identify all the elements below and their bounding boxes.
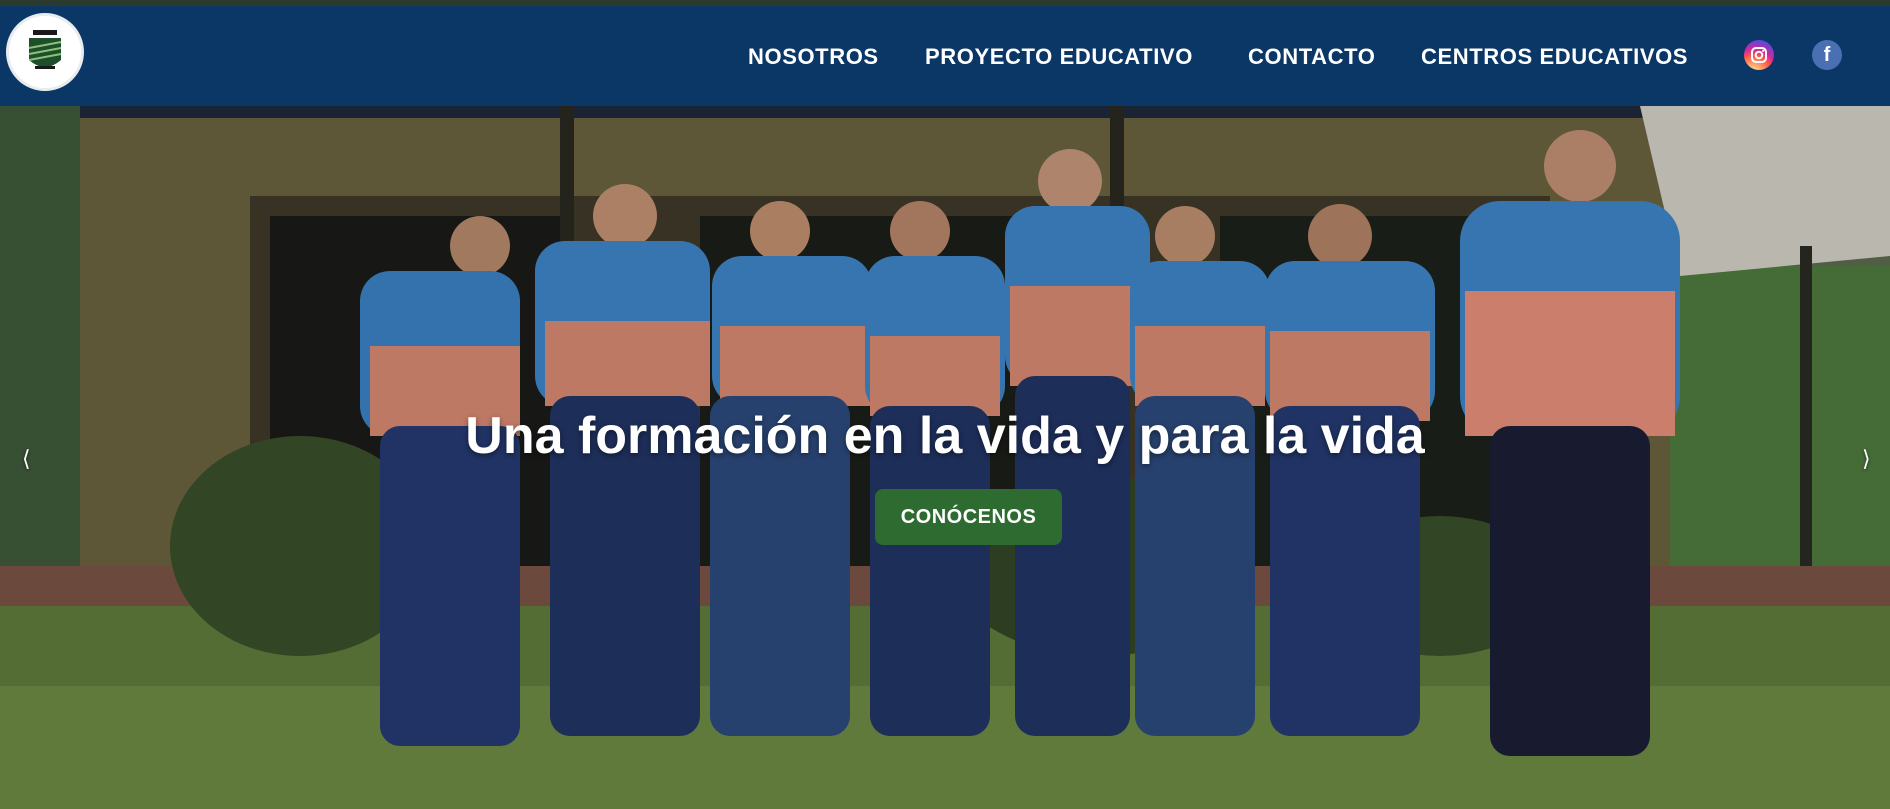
nav-link-proyecto-educativo[interactable]: PROYECTO EDUCATIVO xyxy=(925,44,1193,70)
nav-link-nosotros[interactable]: NOSOTROS xyxy=(748,44,879,70)
conocenos-button[interactable]: CONÓCENOS xyxy=(875,489,1062,545)
hero-slider: ⟨ ⟩ Una formación en la vida y para la v… xyxy=(0,106,1890,809)
school-crest-icon[interactable] xyxy=(6,13,84,91)
site-header: NOSOTROS PROYECTO EDUCATIVO CONTACTO CEN… xyxy=(0,6,1890,106)
hero-title: Una formación en la vida y para la vida xyxy=(465,407,1425,465)
facebook-icon[interactable]: f xyxy=(1812,40,1842,70)
facebook-glyph: f xyxy=(1823,43,1831,66)
nav-link-contacto[interactable]: CONTACTO xyxy=(1248,44,1375,70)
nav-link-centros-educativos[interactable]: CENTROS EDUCATIVOS xyxy=(1421,44,1688,70)
instagram-icon[interactable] xyxy=(1744,40,1774,70)
